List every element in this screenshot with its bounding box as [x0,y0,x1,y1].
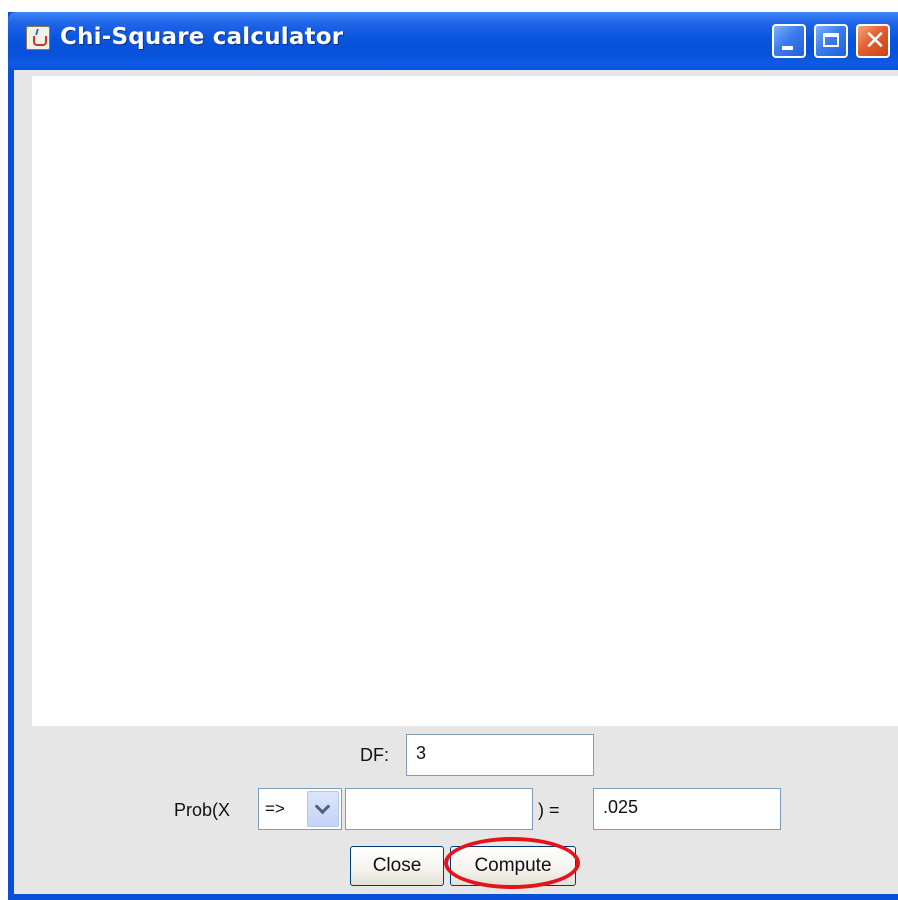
maximize-icon [823,33,839,47]
client-area: DF: 3 Prob(X => ) = .025 Close Compute [14,70,898,894]
minimize-button[interactable] [772,24,806,58]
java-cup-icon [26,26,50,50]
operator-select[interactable]: => [258,788,342,830]
close-button[interactable]: Close [350,846,444,886]
title-bar[interactable]: Chi-Square calculator ✕ [8,12,898,70]
chart-canvas [32,76,898,726]
probability-input[interactable]: .025 [593,788,781,830]
x-value-input[interactable] [345,788,533,830]
df-input[interactable]: 3 [406,734,594,776]
chevron-down-icon [314,798,331,815]
close-icon: ✕ [864,26,886,56]
minimize-icon [782,46,793,50]
compute-button[interactable]: Compute [450,846,576,886]
dropdown-arrow-button[interactable] [307,791,339,827]
prob-label: Prob(X [174,800,231,820]
chi-square-window: Chi-Square calculator ✕ DF: 3 Prob(X => … [8,12,898,900]
equals-label: ) = [538,800,560,820]
window-bottom-border [14,894,898,900]
window-title: Chi-Square calculator [60,24,344,50]
maximize-button[interactable] [814,24,848,58]
window-close-button[interactable]: ✕ [856,24,890,58]
operator-selected-value: => [265,799,285,818]
df-label: DF: [360,745,389,765]
